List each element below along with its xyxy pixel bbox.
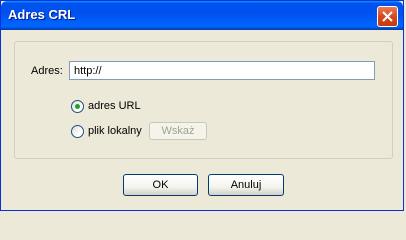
- radio-local-file-label[interactable]: plik lokalny: [88, 125, 142, 137]
- cancel-button[interactable]: Anuluj: [208, 174, 284, 196]
- crl-dialog: Adres CRL Adres: adres URL plik lokalny …: [0, 0, 404, 211]
- radio-url[interactable]: [71, 100, 84, 113]
- radio-url-label[interactable]: adres URL: [88, 100, 141, 112]
- settings-group: [14, 41, 393, 159]
- window-title: Adres CRL: [8, 7, 76, 22]
- radio-local-file[interactable]: [71, 125, 84, 138]
- close-button[interactable]: [377, 6, 398, 27]
- title-bar[interactable]: Adres CRL: [1, 1, 403, 30]
- address-label: Adres:: [31, 65, 63, 77]
- ok-button[interactable]: OK: [123, 174, 198, 196]
- browse-button[interactable]: Wskaż: [149, 122, 207, 140]
- address-input[interactable]: [69, 61, 375, 80]
- close-icon: [382, 11, 393, 22]
